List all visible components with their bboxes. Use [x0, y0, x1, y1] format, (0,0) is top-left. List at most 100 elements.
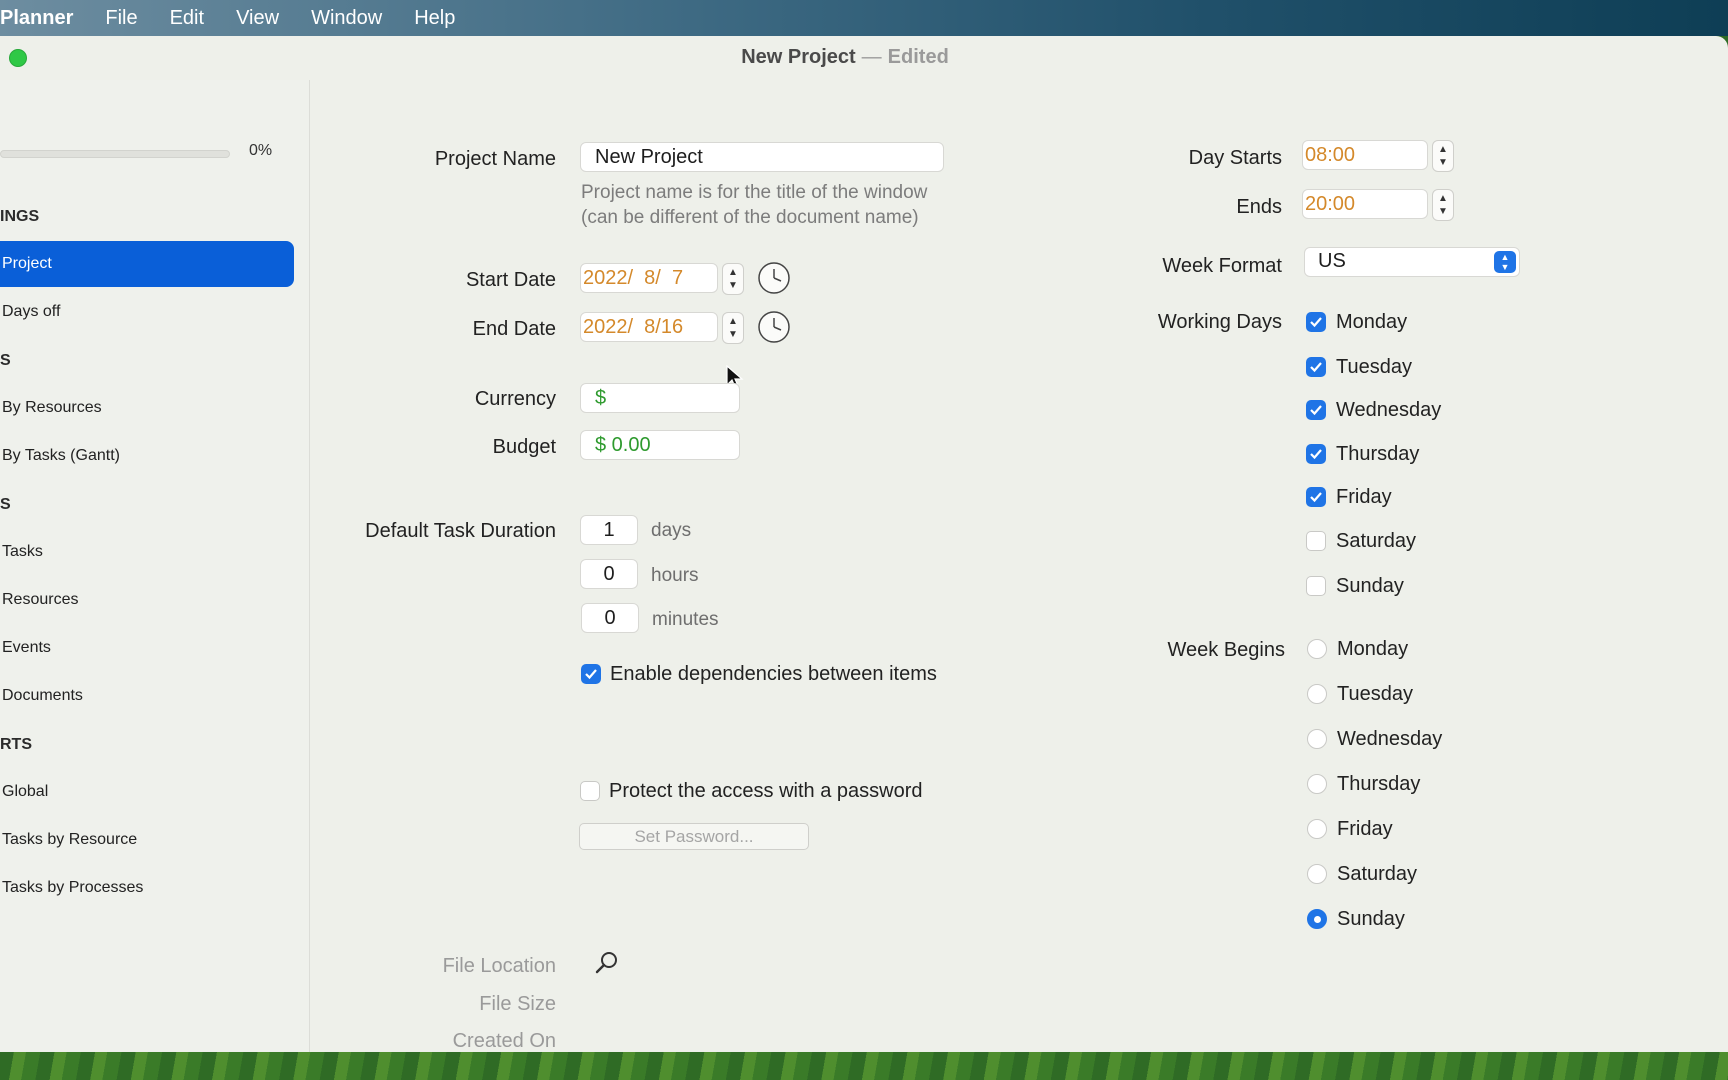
sidebar-item-global[interactable]: Global [0, 769, 294, 815]
day-starts-input[interactable] [1302, 140, 1428, 170]
duration-days-unit: days [651, 520, 692, 541]
sidebar-item-tasks-by-resource[interactable]: Tasks by Resource [0, 817, 294, 863]
app-window: New Project — Edited 0% INGS Project Days … [0, 36, 1728, 1052]
week-begins-monday-label[interactable]: Monday [1337, 638, 1408, 661]
working-day-sunday-checkbox[interactable] [1306, 576, 1326, 596]
start-date-input[interactable] [580, 263, 718, 293]
week-begins-thursday-label[interactable]: Thursday [1337, 773, 1420, 796]
working-day-tuesday-label[interactable]: Tuesday [1336, 356, 1412, 379]
chevron-down-icon[interactable]: ▼ [1438, 205, 1448, 218]
working-day-thursday-label[interactable]: Thursday [1336, 443, 1419, 466]
week-begins-label: Week Begins [1167, 639, 1285, 661]
start-date-label: Start Date [465, 269, 556, 291]
week-format-label: Week Format [1162, 255, 1282, 277]
day-starts-stepper[interactable]: ▲ ▼ [1432, 140, 1454, 172]
project-progress-bar [0, 150, 230, 158]
checkmark-icon [1310, 492, 1322, 503]
duration-hours-unit: hours [651, 565, 699, 586]
set-password-button[interactable]: Set Password... [579, 823, 809, 850]
project-name-input[interactable] [580, 142, 944, 172]
week-begins-friday-radio[interactable] [1307, 819, 1327, 839]
ends-label: Ends [1236, 196, 1282, 218]
week-begins-sunday-radio[interactable] [1307, 909, 1327, 929]
project-name-hint-line-1: Project name is for the title of the win… [581, 182, 928, 203]
week-begins-monday-radio[interactable] [1307, 639, 1327, 659]
chevron-down-icon[interactable]: ▼ [728, 279, 738, 292]
project-name-hint-line-2: (can be different of the document name) [581, 207, 919, 228]
menu-window[interactable]: Window [311, 7, 382, 30]
sidebar-item-resources[interactable]: Resources [0, 577, 294, 623]
protect-password-label[interactable]: Protect the access with a password [609, 780, 922, 803]
week-begins-wednesday-radio[interactable] [1307, 729, 1327, 749]
working-day-wednesday-label[interactable]: Wednesday [1336, 399, 1441, 422]
sidebar-item-tasks[interactable]: Tasks [0, 529, 294, 575]
week-begins-tuesday-radio[interactable] [1307, 684, 1327, 704]
week-format-value: US [1318, 250, 1346, 272]
menu-help[interactable]: Help [414, 7, 455, 30]
chevron-up-icon[interactable]: ▲ [1438, 143, 1448, 156]
protect-password-checkbox[interactable] [580, 781, 600, 801]
chevron-up-down-icon[interactable]: ▲ ▼ [1494, 251, 1516, 273]
menu-view[interactable]: View [236, 7, 279, 30]
chevron-down-icon[interactable]: ▼ [728, 328, 738, 341]
currency-input[interactable] [580, 383, 740, 413]
sidebar-item-by-tasks-gantt[interactable]: By Tasks (Gantt) [0, 433, 294, 479]
sidebar: 0% INGS Project Days off S By Resources … [0, 80, 310, 1052]
week-format-select[interactable]: US ▲ ▼ [1304, 247, 1520, 277]
window-title-name: New Project [741, 46, 856, 68]
search-icon[interactable] [594, 950, 620, 976]
sidebar-section-settings: INGS [0, 208, 40, 225]
sidebar-item-documents[interactable]: Documents [0, 673, 294, 719]
week-begins-tuesday-label[interactable]: Tuesday [1337, 683, 1413, 706]
week-begins-sunday-label[interactable]: Sunday [1337, 908, 1405, 931]
end-date-label: End Date [472, 318, 556, 340]
working-day-wednesday-checkbox[interactable] [1306, 400, 1326, 420]
sidebar-item-tasks-by-processes[interactable]: Tasks by Processes [0, 865, 294, 911]
checkmark-icon [1310, 317, 1322, 328]
menu-edit[interactable]: Edit [170, 7, 204, 30]
project-progress-label: 0% [249, 142, 273, 159]
working-day-monday-label[interactable]: Monday [1336, 311, 1407, 334]
duration-hours-input[interactable] [580, 559, 638, 589]
working-day-tuesday-checkbox[interactable] [1306, 357, 1326, 377]
start-date-calendar-clock-icon[interactable] [757, 261, 791, 295]
week-begins-friday-label[interactable]: Friday [1337, 818, 1393, 841]
start-date-stepper[interactable]: ▲ ▼ [722, 263, 744, 295]
window-title: New Project — Edited [0, 46, 1690, 69]
working-day-thursday-checkbox[interactable] [1306, 444, 1326, 464]
budget-input[interactable] [580, 430, 740, 460]
enable-dependencies-checkbox[interactable] [581, 664, 601, 684]
working-day-sunday-label[interactable]: Sunday [1336, 575, 1404, 598]
week-begins-saturday-label[interactable]: Saturday [1337, 863, 1417, 886]
chevron-up-icon[interactable]: ▲ [728, 266, 738, 279]
sidebar-item-project[interactable]: Project [0, 241, 294, 287]
working-day-saturday-label[interactable]: Saturday [1336, 530, 1416, 553]
week-begins-wednesday-label[interactable]: Wednesday [1337, 728, 1442, 751]
checkmark-icon [1310, 449, 1322, 460]
ends-input[interactable] [1302, 189, 1428, 219]
week-begins-saturday-radio[interactable] [1307, 864, 1327, 884]
checkmark-icon [1310, 362, 1322, 373]
end-date-stepper[interactable]: ▲ ▼ [722, 312, 744, 344]
working-day-friday-checkbox[interactable] [1306, 487, 1326, 507]
title-bar: New Project — Edited [0, 36, 1728, 80]
end-date-calendar-clock-icon[interactable] [757, 310, 791, 344]
duration-minutes-input[interactable] [581, 603, 639, 633]
end-date-input[interactable] [580, 312, 718, 342]
chevron-up-icon[interactable]: ▲ [728, 315, 738, 328]
working-day-monday-checkbox[interactable] [1306, 312, 1326, 332]
menu-app-name[interactable]: Planner [0, 7, 73, 30]
window-title-status: Edited [887, 46, 949, 68]
sidebar-item-by-resources[interactable]: By Resources [0, 385, 294, 431]
ends-stepper[interactable]: ▲ ▼ [1432, 189, 1454, 221]
menu-file[interactable]: File [105, 7, 137, 30]
working-day-saturday-checkbox[interactable] [1306, 531, 1326, 551]
enable-dependencies-label[interactable]: Enable dependencies between items [610, 663, 937, 686]
sidebar-item-days-off[interactable]: Days off [0, 289, 294, 335]
duration-days-input[interactable] [580, 515, 638, 545]
chevron-up-icon[interactable]: ▲ [1438, 192, 1448, 205]
working-day-friday-label[interactable]: Friday [1336, 486, 1392, 509]
chevron-down-icon[interactable]: ▼ [1438, 156, 1448, 169]
sidebar-item-events[interactable]: Events [0, 625, 294, 671]
week-begins-thursday-radio[interactable] [1307, 774, 1327, 794]
